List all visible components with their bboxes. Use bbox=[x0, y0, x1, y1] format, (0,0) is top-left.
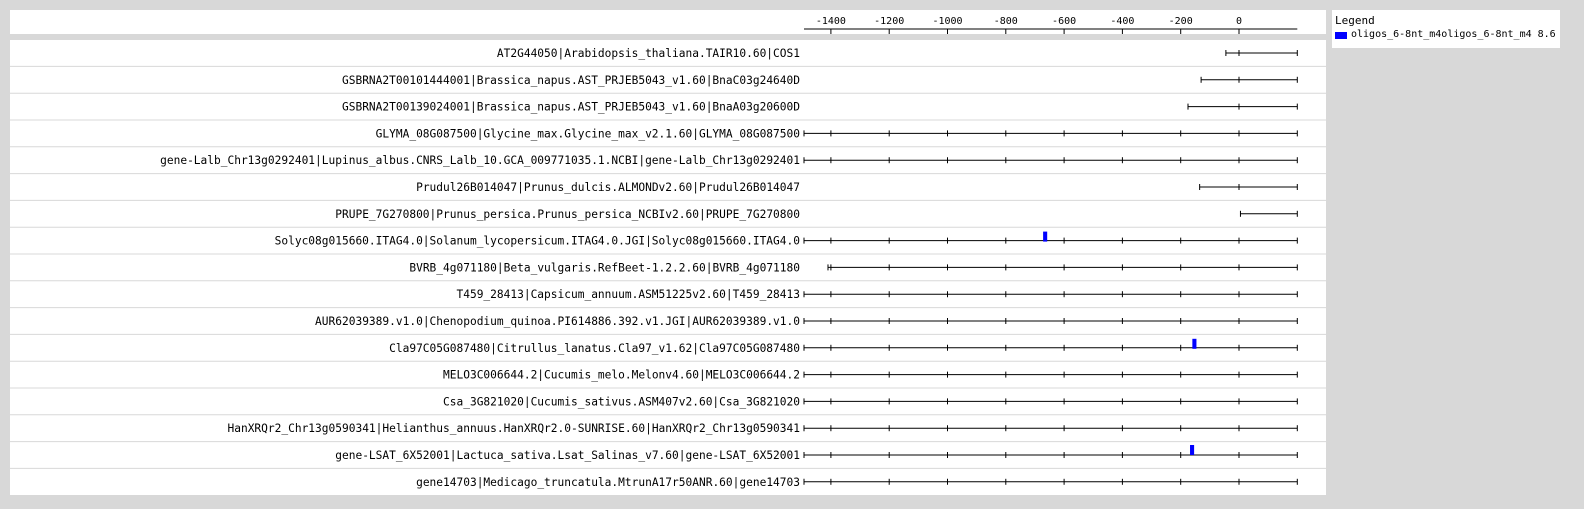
legend-swatch bbox=[1335, 31, 1347, 39]
row-label: gene14703|Medicago_truncatula.MtrunA17r5… bbox=[416, 476, 800, 489]
row-label: AUR62039389.v1.0|Chenopodium_quinoa.PI61… bbox=[315, 315, 800, 328]
row-label: PRUPE_7G270800|Prunus_persica.Prunus_per… bbox=[335, 208, 800, 221]
legend-title: Legend bbox=[1335, 14, 1375, 27]
row-label: Solyc08g015660.ITAG4.0|Solanum_lycopersi… bbox=[275, 235, 801, 248]
row-label: T459_28413|Capsicum_annuum.ASM51225v2.60… bbox=[456, 288, 800, 301]
row-label: HanXRQr2_Chr13g0590341|Helianthus_annuus… bbox=[227, 422, 800, 435]
x-tick-label: -800 bbox=[994, 16, 1018, 27]
row-label: AT2G44050|Arabidopsis_thaliana.TAIR10.60… bbox=[497, 47, 800, 60]
legend-entry: oligos_6-8nt_m4oligos_6-8nt_m4 8.6 bbox=[1335, 29, 1557, 41]
x-tick-label: -1000 bbox=[932, 16, 962, 27]
legend-label: oligos_6-8nt_m4oligos_6-8nt_m4 8.6 bbox=[1351, 29, 1556, 40]
row-label: gene-LSAT_6X52001|Lactuca_sativa.Lsat_Sa… bbox=[335, 449, 800, 462]
x-tick-label: -600 bbox=[1052, 16, 1076, 27]
row-label: BVRB_4g071180|Beta_vulgaris.RefBeet-1.2.… bbox=[409, 261, 800, 274]
row-label: MELO3C006644.2|Cucumis_melo.Melonv4.60|M… bbox=[443, 369, 800, 382]
legend: Legend oligos_6-8nt_m4oligos_6-8nt_m4 8.… bbox=[1332, 10, 1560, 48]
chart-svg: -1400 -1200 -1000 -800 -600 -400 -200 0 AT2G440… bbox=[10, 10, 1326, 495]
motif-track-chart: -1400 -1200 -1000 -800 -600 -400 -200 0 AT2G440… bbox=[0, 0, 1584, 509]
x-tick-label: -200 bbox=[1169, 16, 1193, 27]
row-label: Cla97C05G087480|Citrullus_lanatus.Cla97_… bbox=[389, 342, 800, 355]
motif-hit bbox=[1192, 338, 1197, 349]
row-label: GLYMA_08G087500|Glycine_max.Glycine_max_… bbox=[376, 127, 801, 140]
row-label: GSBRNA2T00139024001|Brassica_napus.AST_P… bbox=[342, 101, 800, 114]
x-tick-label: -400 bbox=[1110, 16, 1134, 27]
x-tick-label: 0 bbox=[1236, 16, 1242, 27]
row-label: gene-Lalb_Chr13g0292401|Lupinus_albus.CN… bbox=[160, 154, 800, 167]
row-label: GSBRNA2T00101444001|Brassica_napus.AST_P… bbox=[342, 74, 800, 87]
x-tick-label: -1400 bbox=[816, 16, 846, 27]
motif-hit bbox=[1190, 445, 1195, 455]
x-tick-label: -1200 bbox=[874, 16, 904, 27]
row-label: Prudul26B014047|Prunus_dulcis.ALMONDv2.6… bbox=[416, 181, 800, 194]
motif-hit bbox=[1043, 231, 1048, 242]
row-label: Csa_3G821020|Cucumis_sativus.ASM407v2.60… bbox=[443, 395, 800, 408]
